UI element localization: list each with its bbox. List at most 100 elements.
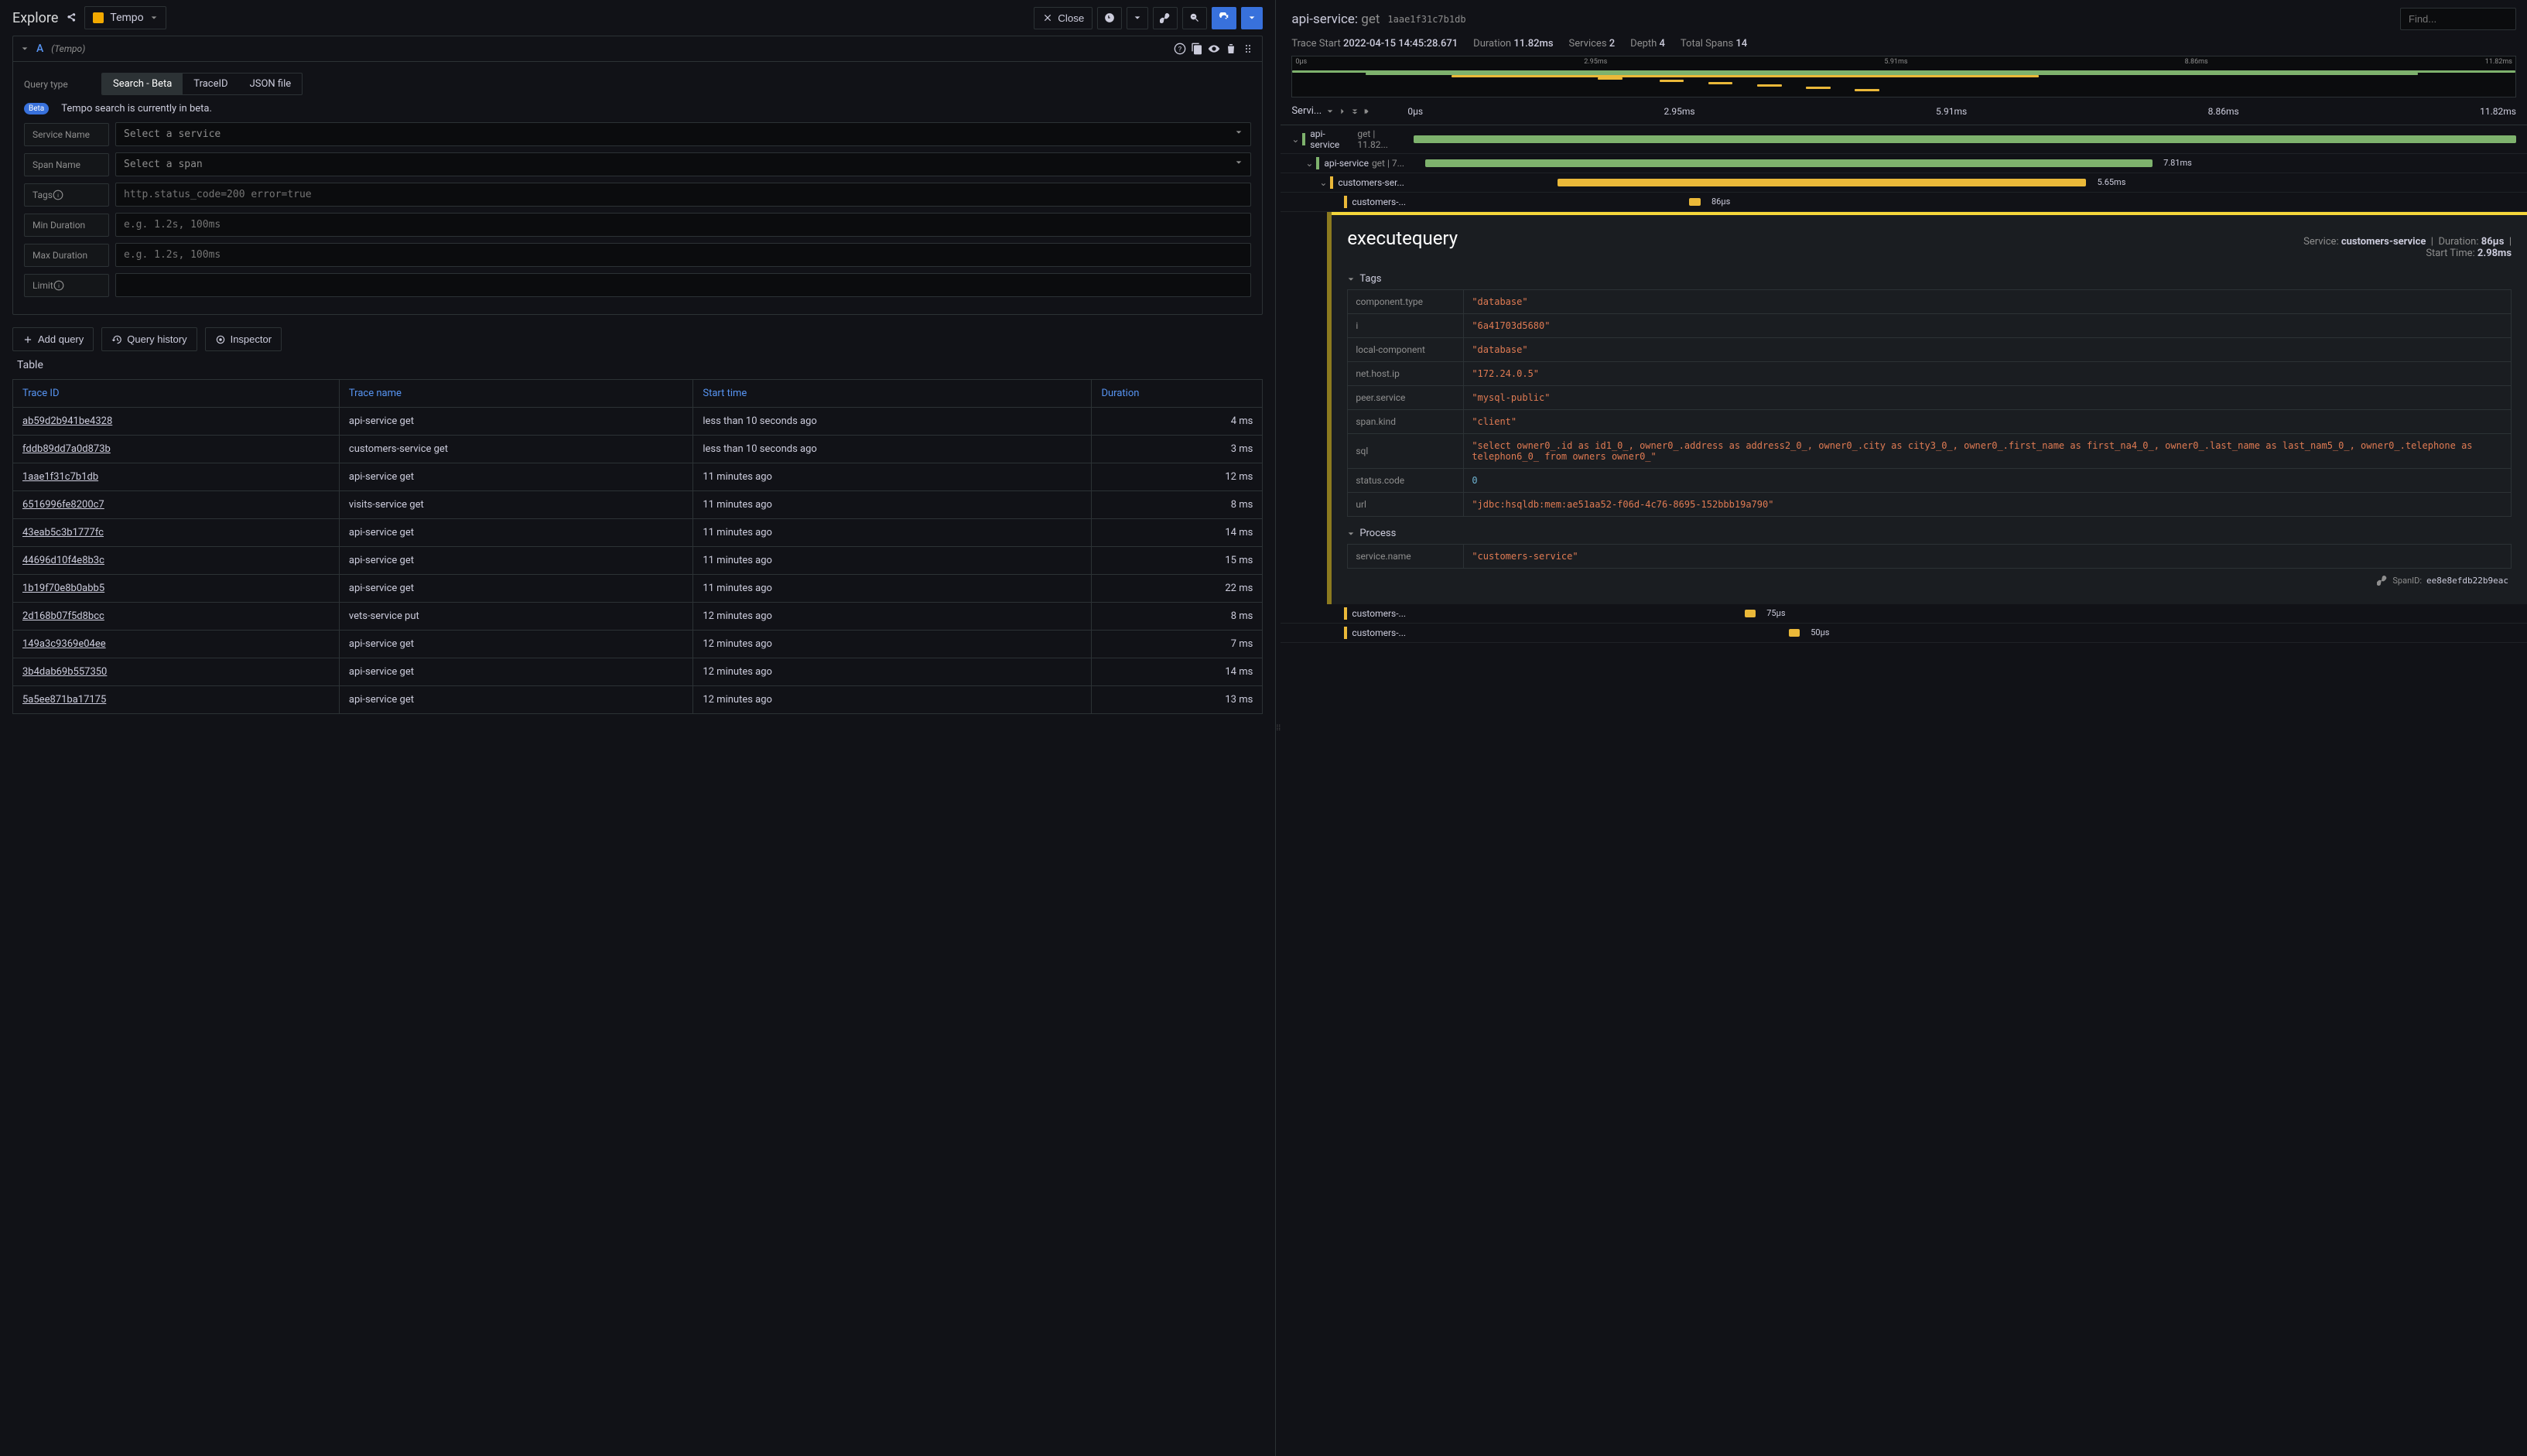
span-color-marker: [1344, 627, 1347, 639]
info-icon[interactable]: i: [53, 190, 63, 200]
table-row: 43eab5c3b1777fc api-service get 11 minut…: [13, 519, 1263, 547]
chevron-down-icon: [1235, 159, 1243, 166]
limit-label: Limit i: [24, 274, 109, 297]
span-bar: [1558, 179, 2087, 186]
expand-all-icon[interactable]: [1363, 108, 1371, 115]
tags-input[interactable]: [115, 183, 1251, 207]
service-name-label: Service Name: [24, 123, 109, 146]
table-column-header[interactable]: Start time: [693, 380, 1092, 408]
span-row[interactable]: ⌄ api-service get | 11.82...: [1281, 125, 2527, 154]
duration-cell: 7 ms: [1092, 631, 1263, 658]
trace-name-cell: api-service get: [339, 686, 692, 714]
limit-input[interactable]: [115, 273, 1251, 297]
trace-id-link[interactable]: fddb89dd7a0d873b: [22, 443, 111, 455]
trash-icon[interactable]: [1225, 43, 1237, 55]
query-type-json[interactable]: JSON file: [239, 73, 303, 94]
trace-id-link[interactable]: 5a5ee871ba17175: [22, 694, 106, 706]
detail-operation: executequery: [1347, 227, 1458, 249]
tags-section-toggle[interactable]: Tags: [1347, 268, 2512, 289]
trace-name-cell: api-service get: [339, 575, 692, 603]
duration-cell: 13 ms: [1092, 686, 1263, 714]
start-time-cell: 12 minutes ago: [693, 631, 1092, 658]
table-column-header[interactable]: Trace ID: [13, 380, 340, 408]
copy-icon[interactable]: [1191, 43, 1203, 55]
span-toggle-icon[interactable]: ⌄: [1305, 158, 1316, 169]
start-time-cell: less than 10 seconds ago: [693, 408, 1092, 436]
process-section-toggle[interactable]: Process: [1347, 523, 2512, 544]
trace-name-cell: vets-service put: [339, 603, 692, 631]
trace-id-link[interactable]: 3b4dab69b557350: [22, 666, 107, 678]
time-range-dropdown[interactable]: [1127, 7, 1148, 29]
span-color-marker: [1330, 176, 1333, 189]
zoom-out-button[interactable]: [1182, 7, 1207, 29]
span-toggle-icon[interactable]: ⌄: [1319, 177, 1330, 188]
tick-label: 8.86ms: [2208, 106, 2239, 117]
find-input[interactable]: [2400, 8, 2516, 30]
query-type-search[interactable]: Search - Beta: [102, 73, 183, 94]
span-row[interactable]: ⌄ api-service get | 7... 7.81ms: [1281, 154, 2527, 173]
tag-value: "mysql-public": [1464, 386, 2512, 410]
run-query-button[interactable]: [1212, 7, 1236, 29]
span-row[interactable]: ⌄ customers-ser... 5.65ms: [1281, 173, 2527, 193]
trace-id-link[interactable]: 149a3c9369e04ee: [22, 638, 106, 650]
start-time-cell: 11 minutes ago: [693, 463, 1092, 491]
table-column-header[interactable]: Trace name: [339, 380, 692, 408]
chevron-down-icon[interactable]: [21, 45, 29, 53]
span-row[interactable]: customers-... 86µs: [1281, 193, 2527, 212]
datasource-picker[interactable]: Tempo: [84, 6, 166, 29]
trace-id-link[interactable]: 2d168b07f5d8bcc: [22, 610, 104, 622]
table-column-header[interactable]: Duration: [1092, 380, 1263, 408]
tag-key: peer.service: [1348, 386, 1464, 410]
span-toggle-icon[interactable]: ⌄: [1291, 134, 1302, 145]
tick-label: 11.82ms: [2480, 106, 2516, 117]
link-icon[interactable]: [2377, 575, 2388, 586]
span-name-select[interactable]: Select a span: [115, 152, 1251, 176]
inspector-button[interactable]: Inspector: [205, 327, 282, 351]
start-time-cell: less than 10 seconds ago: [693, 436, 1092, 463]
trace-id-link[interactable]: 1b19f70e8b0abb5: [22, 583, 104, 594]
span-bar: [1414, 135, 2516, 143]
close-button[interactable]: Close: [1034, 7, 1093, 29]
duration-cell: 22 ms: [1092, 575, 1263, 603]
trace-id-link[interactable]: 44696d10f4e8b3c: [22, 555, 104, 566]
trace-id-link[interactable]: ab59d2b941be4328: [22, 415, 112, 427]
duration-cell: 15 ms: [1092, 547, 1263, 575]
trace-id-link[interactable]: 43eab5c3b1777fc: [22, 527, 104, 538]
query-type-traceid[interactable]: TraceID: [183, 73, 238, 94]
run-query-dropdown[interactable]: [1241, 7, 1263, 29]
tick-label: 5.91ms: [1936, 106, 1967, 117]
collapse-all-icon[interactable]: [1351, 108, 1359, 115]
trace-id-link[interactable]: 6516996fe8200c7: [22, 499, 104, 511]
query-history-button[interactable]: Query history: [101, 327, 197, 351]
time-range-button[interactable]: [1097, 7, 1122, 29]
tag-value: "jdbc:hsqldb:mem:ae51aa52-f06d-4c76-8695…: [1464, 493, 2512, 517]
start-time-cell: 12 minutes ago: [693, 658, 1092, 686]
results-table: Trace IDTrace nameStart timeDuration ab5…: [12, 379, 1263, 714]
link-button[interactable]: [1153, 7, 1178, 29]
share-icon[interactable]: [66, 12, 77, 23]
span-bar: [1789, 629, 1800, 637]
drag-handle-icon[interactable]: [1242, 43, 1254, 55]
span-service: api-service: [1324, 158, 1369, 169]
eye-icon[interactable]: [1208, 43, 1220, 55]
min-duration-input[interactable]: [115, 213, 1251, 237]
tag-value: 0: [1464, 469, 2512, 493]
span-duration-label: 75µs: [1766, 608, 1785, 618]
help-icon[interactable]: ?: [1174, 43, 1186, 55]
trace-minimap[interactable]: 0µs2.95ms5.91ms8.86ms11.82ms: [1291, 56, 2516, 97]
chevron-down-icon[interactable]: [1326, 108, 1334, 115]
span-row[interactable]: customers-... 50µs: [1281, 624, 2527, 643]
chevron-right-icon[interactable]: [1339, 108, 1346, 115]
service-name-select[interactable]: Select a service: [115, 122, 1251, 146]
span-row[interactable]: customers-... 75µs: [1281, 604, 2527, 624]
tick-label: 0µs: [1407, 106, 1423, 117]
info-icon[interactable]: i: [53, 280, 64, 291]
table-title: Table: [12, 351, 1263, 379]
tag-key: span.kind: [1348, 410, 1464, 434]
add-query-button[interactable]: Add query: [12, 327, 94, 351]
trace-title: api-service: get: [1291, 12, 1380, 27]
inspector-icon: [215, 334, 226, 345]
tag-key: url: [1348, 493, 1464, 517]
trace-id-link[interactable]: 1aae1f31c7b1db: [22, 471, 98, 483]
max-duration-input[interactable]: [115, 243, 1251, 267]
